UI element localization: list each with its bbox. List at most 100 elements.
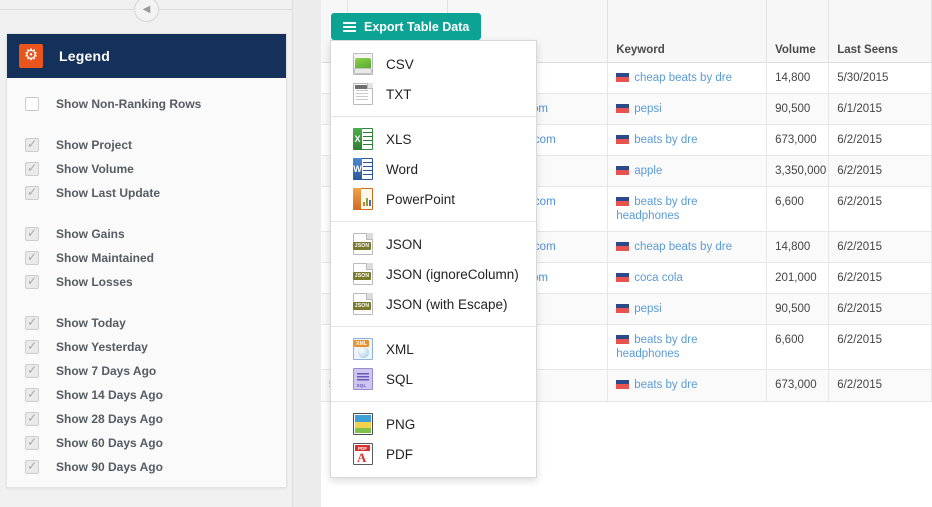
legend-option-checkbox[interactable] bbox=[25, 274, 39, 289]
keyword-link[interactable]: cheap beats by dre bbox=[634, 72, 732, 84]
legend-option-row[interactable]: Show Maintained bbox=[7, 246, 286, 270]
legend-option-checkbox[interactable] bbox=[25, 250, 39, 265]
legend-option-row[interactable]: Show Losses bbox=[7, 270, 286, 294]
export-menu-item[interactable]: TXT bbox=[331, 79, 536, 109]
cell-volume: 201,000 bbox=[766, 262, 830, 294]
legend-option-row[interactable]: Show Non-Ranking Rows bbox=[7, 92, 286, 116]
keyword-link[interactable]: pepsi bbox=[634, 303, 662, 315]
legend-option-row[interactable]: Show 90 Days Ago bbox=[7, 455, 286, 479]
us-flag-icon bbox=[616, 72, 630, 82]
legend-options-list: Show Non-Ranking Rows Show Project Show Vo… bbox=[7, 78, 286, 479]
legend-option-label: Show 14 Days Ago bbox=[56, 388, 163, 402]
sidebar-collapse-button[interactable]: ◀ bbox=[134, 0, 159, 22]
keyword-link[interactable]: beats by dre bbox=[634, 379, 697, 391]
legend-option-checkbox[interactable] bbox=[25, 363, 39, 378]
cell-keyword[interactable]: coca cola bbox=[607, 262, 768, 294]
legend-option-checkbox[interactable] bbox=[25, 315, 39, 330]
export-table-data-button[interactable]: Export Table Data bbox=[331, 13, 482, 40]
export-menu-item[interactable]: PDF A PDF bbox=[331, 439, 536, 469]
legend-title: Legend bbox=[59, 48, 110, 64]
export-format-menu[interactable]: CSV TXT X XLS W Word PowerPoint JSON JSON JSON JSO… bbox=[330, 40, 537, 478]
legend-option-checkbox[interactable] bbox=[25, 226, 39, 241]
legend-option-checkbox[interactable] bbox=[25, 339, 39, 354]
us-flag-icon bbox=[616, 379, 630, 389]
legend-option-checkbox[interactable] bbox=[25, 137, 39, 152]
gear-icon bbox=[19, 44, 43, 68]
export-menu-item-label: Word bbox=[386, 161, 419, 177]
legend-option-label: Show Volume bbox=[56, 162, 134, 176]
cell-last-seen: 6/1/2015 bbox=[828, 93, 932, 125]
legend-option-checkbox[interactable] bbox=[25, 161, 39, 176]
json-file-icon: JSON bbox=[353, 263, 373, 285]
export-menu-item[interactable]: X XLS bbox=[331, 124, 536, 154]
legend-option-checkbox[interactable] bbox=[25, 435, 39, 450]
legend-option-row[interactable]: Show 28 Days Ago bbox=[7, 407, 286, 431]
us-flag-icon bbox=[616, 241, 630, 251]
legend-option-row[interactable]: Show Volume bbox=[7, 157, 286, 181]
export-menu-item-label: JSON (ignoreColumn) bbox=[386, 266, 519, 282]
legend-option-checkbox[interactable] bbox=[25, 459, 39, 474]
cell-volume: 14,800 bbox=[766, 231, 830, 263]
cell-volume: 6,600 bbox=[766, 324, 830, 370]
export-menu-item[interactable]: JSON JSON bbox=[331, 229, 536, 259]
legend-option-row[interactable]: Show Yesterday bbox=[7, 335, 286, 359]
cell-keyword[interactable]: pepsi bbox=[607, 93, 768, 125]
menu-separator bbox=[331, 116, 536, 117]
col-header-volume[interactable]: Volume bbox=[766, 0, 830, 63]
keyword-link[interactable]: beats by dre bbox=[634, 134, 697, 146]
cell-keyword[interactable]: pepsi bbox=[607, 293, 768, 325]
cell-keyword[interactable]: beats by dre bbox=[607, 124, 768, 156]
keyword-link[interactable]: apple bbox=[634, 165, 662, 177]
export-menu-item-label: SQL bbox=[386, 371, 414, 387]
legend-option-row[interactable]: Show 7 Days Ago bbox=[7, 359, 286, 383]
export-menu-item-label: PDF bbox=[386, 446, 413, 462]
legend-option-row[interactable]: Show Gains bbox=[7, 222, 286, 246]
cell-last-seen: 6/2/2015 bbox=[828, 293, 932, 325]
cell-keyword[interactable]: beats by dre headphones bbox=[607, 186, 768, 232]
pdf-file-icon: PDF A bbox=[353, 443, 373, 465]
cell-keyword[interactable]: beats by dre bbox=[607, 369, 768, 402]
keyword-link[interactable]: pepsi bbox=[634, 103, 662, 115]
keyword-link[interactable]: cheap beats by dre bbox=[634, 241, 732, 253]
export-menu-item[interactable]: XML XML bbox=[331, 334, 536, 364]
cell-last-seen: 6/2/2015 bbox=[828, 262, 932, 294]
legend-option-checkbox[interactable] bbox=[25, 411, 39, 426]
export-menu-item[interactable]: W Word bbox=[331, 154, 536, 184]
legend-option-label: Show 28 Days Ago bbox=[56, 412, 163, 426]
export-menu-item[interactable]: PowerPoint bbox=[331, 184, 536, 214]
cell-keyword[interactable]: beats by dre headphones bbox=[607, 324, 768, 370]
legend-option-row[interactable]: Show Last Update bbox=[7, 181, 286, 205]
legend-option-checkbox[interactable] bbox=[25, 97, 39, 111]
keyword-link[interactable]: coca cola bbox=[634, 272, 683, 284]
legend-option-row[interactable]: Show 60 Days Ago bbox=[7, 431, 286, 455]
cell-keyword[interactable]: apple bbox=[607, 155, 768, 187]
col-header-last-seens[interactable]: Last Seens bbox=[828, 0, 932, 63]
cell-last-seen: 6/2/2015 bbox=[828, 155, 932, 187]
cell-keyword[interactable]: cheap beats by dre bbox=[607, 62, 768, 94]
legend-option-row[interactable]: Show Project bbox=[7, 133, 286, 157]
sql-file-icon: SQL bbox=[353, 368, 373, 390]
powerpoint-file-icon bbox=[353, 188, 373, 210]
col-header-keyword[interactable]: Keyword bbox=[607, 0, 768, 63]
export-menu-item[interactable]: JSON JSON (ignoreColumn) bbox=[331, 259, 536, 289]
export-menu-item-label: TXT bbox=[386, 86, 412, 102]
us-flag-icon bbox=[616, 334, 630, 344]
cell-last-seen: 5/30/2015 bbox=[828, 62, 932, 94]
legend-option-checkbox[interactable] bbox=[25, 387, 39, 402]
legend-group: Show Non-Ranking Rows bbox=[7, 92, 286, 116]
legend-option-row[interactable]: Show Today bbox=[7, 311, 286, 335]
export-menu-item[interactable]: CSV bbox=[331, 49, 536, 79]
us-flag-icon bbox=[616, 272, 630, 282]
us-flag-icon bbox=[616, 303, 630, 313]
chevron-left-icon: ◀ bbox=[142, 3, 151, 15]
export-menu-item[interactable]: JSON JSON (with Escape) bbox=[331, 289, 536, 319]
export-menu-item[interactable]: SQL SQL bbox=[331, 364, 536, 394]
legend-option-checkbox[interactable] bbox=[25, 185, 39, 200]
cell-last-seen: 6/2/2015 bbox=[828, 324, 932, 370]
legend-option-row[interactable]: Show 14 Days Ago bbox=[7, 383, 286, 407]
legend-option-label: Show Yesterday bbox=[56, 340, 148, 354]
export-button-label: Export Table Data bbox=[364, 19, 470, 34]
cell-keyword[interactable]: cheap beats by dre bbox=[607, 231, 768, 263]
legend-option-label: Show 60 Days Ago bbox=[56, 436, 163, 450]
export-menu-item[interactable]: PNG bbox=[331, 409, 536, 439]
